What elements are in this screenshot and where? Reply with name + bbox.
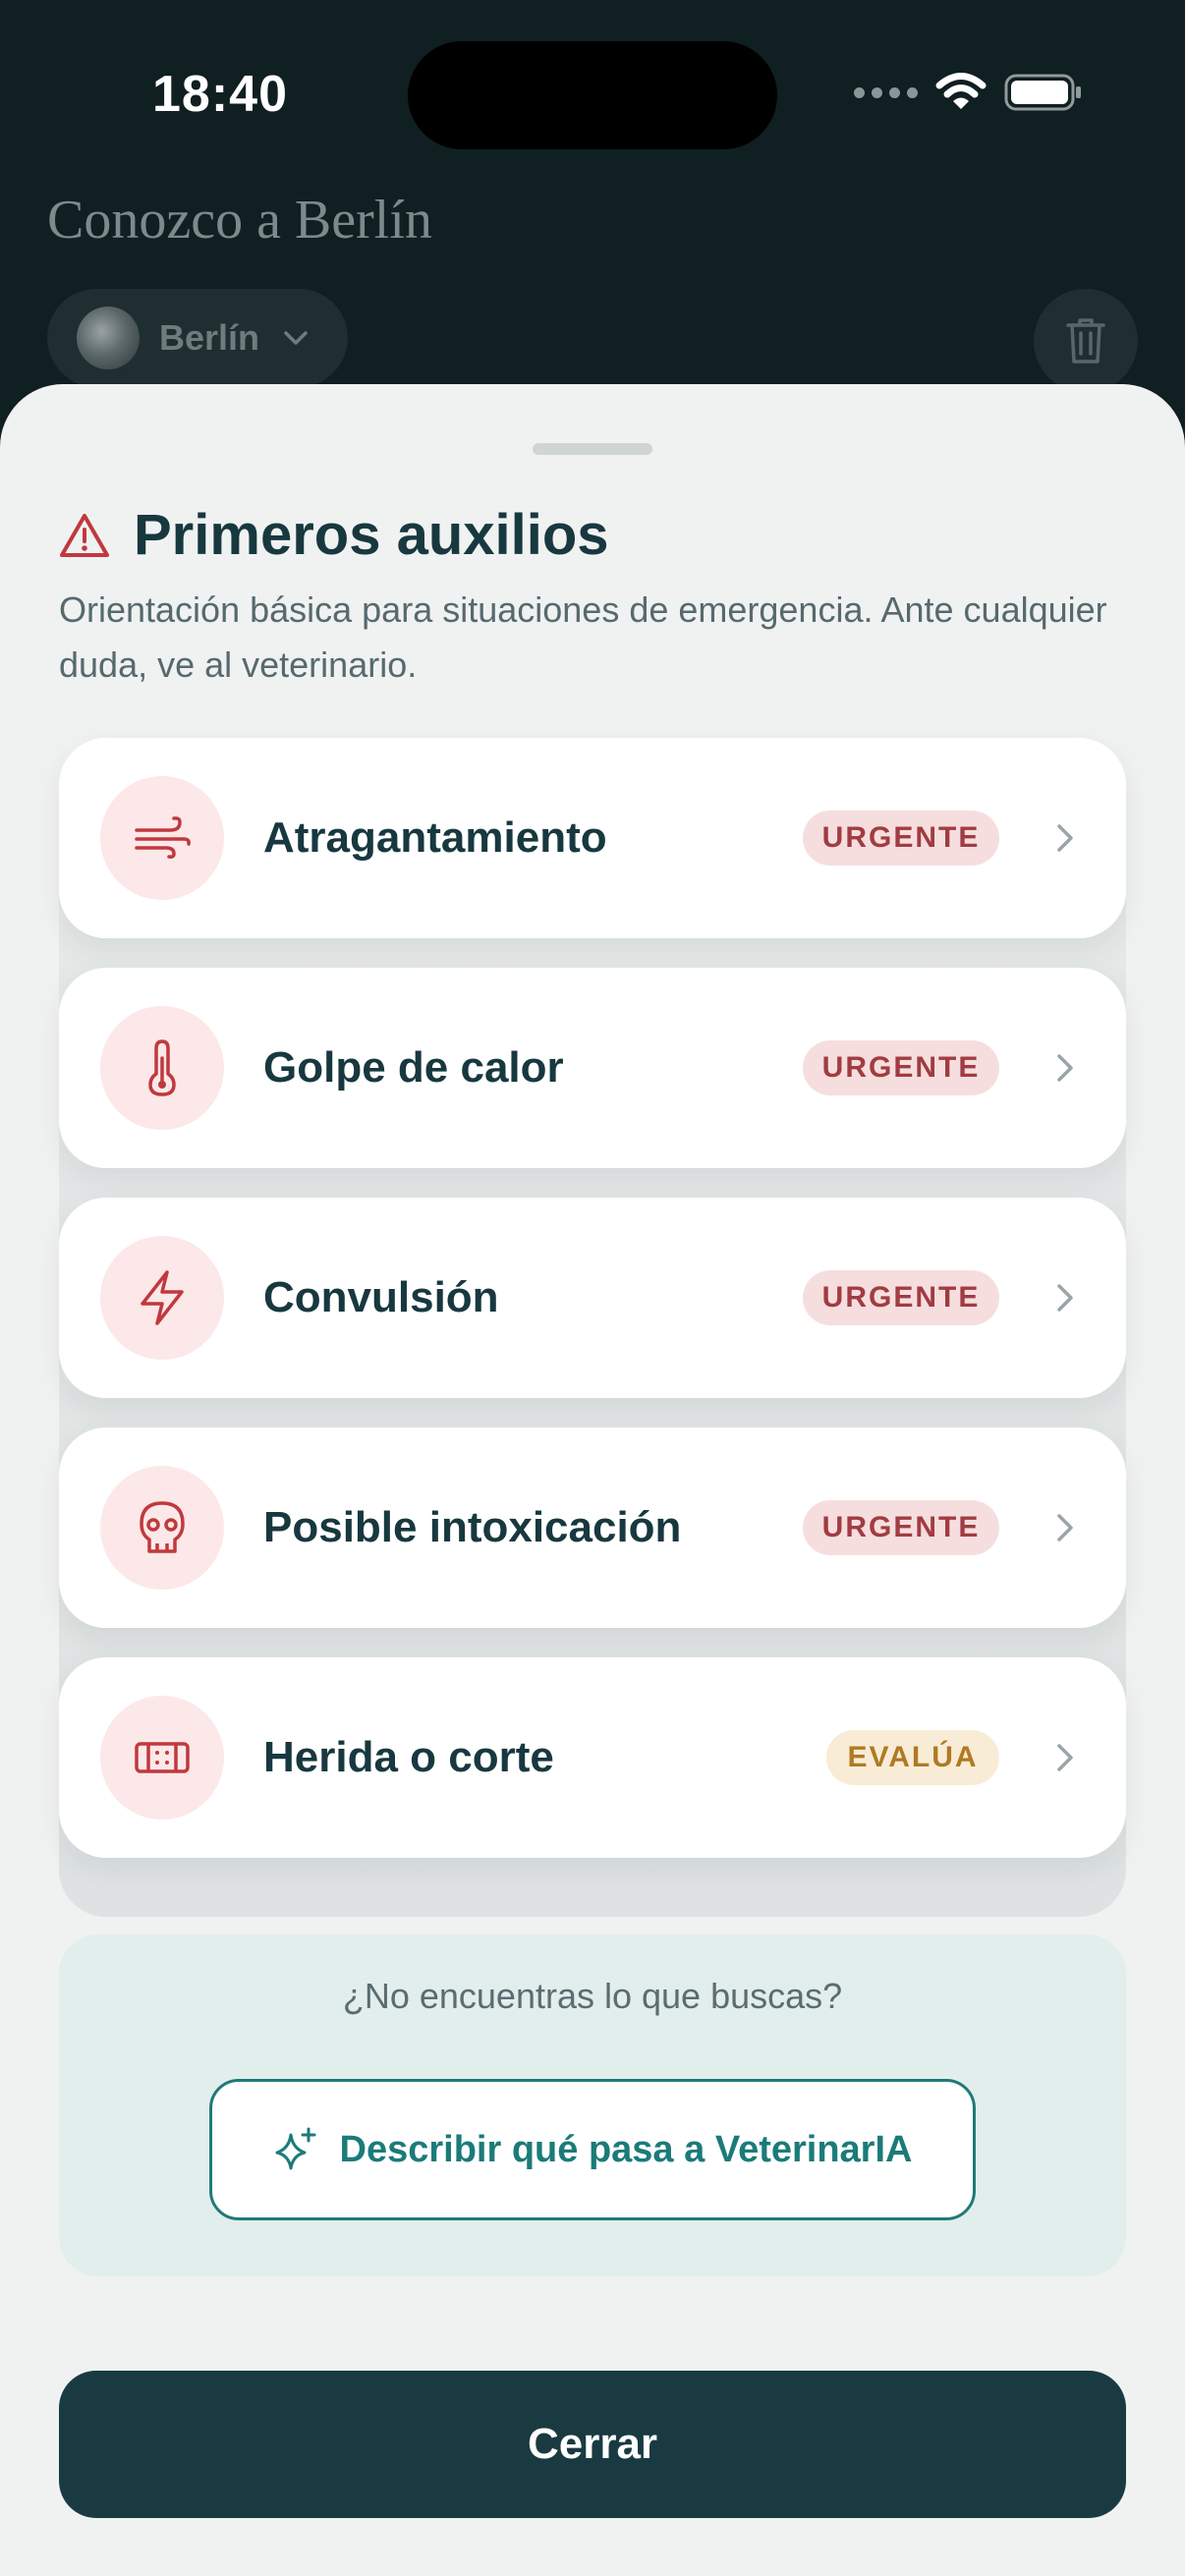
close-button[interactable]: Cerrar — [59, 2371, 1126, 2518]
item-label: Golpe de calor — [263, 1043, 564, 1092]
list-item-posible-intoxicacion[interactable]: Posible intoxicación URGENTE — [59, 1428, 1126, 1628]
item-label: Posible intoxicación — [263, 1503, 682, 1551]
pet-avatar — [77, 307, 140, 369]
background-page-title: Conozco a Berlín — [47, 190, 432, 251]
sheet-grabber[interactable] — [533, 443, 652, 455]
urgency-badge: URGENTE — [803, 1500, 999, 1555]
item-label: Herida o corte — [263, 1733, 554, 1781]
status-time: 18:40 — [152, 66, 288, 123]
chevron-right-icon — [1057, 1054, 1073, 1082]
cellular-signal-icon — [854, 86, 918, 98]
trash-icon — [1066, 318, 1105, 364]
list-item-atragantamiento[interactable]: Atragantamiento URGENTE — [59, 738, 1126, 938]
chevron-right-icon — [1057, 1514, 1073, 1541]
chevron-right-icon — [1057, 1744, 1073, 1771]
item-label: Convulsión — [263, 1273, 499, 1321]
sheet-subtitle: Orientación básica para situaciones de e… — [59, 589, 1107, 685]
list-item-golpe-de-calor[interactable]: Golpe de calor URGENTE — [59, 968, 1126, 1168]
item-label: Atragantamiento — [263, 813, 607, 862]
pet-name: Berlín — [159, 317, 260, 358]
sheet-heading: Primeros auxilios — [59, 502, 609, 568]
help-question: ¿No encuentras lo que buscas? — [342, 1976, 843, 2016]
evalua-badge: EVALÚA — [826, 1730, 999, 1785]
wifi-icon — [935, 73, 987, 109]
delete-button[interactable] — [1034, 289, 1138, 393]
status-icons — [854, 73, 1083, 112]
warning-icon — [60, 513, 109, 557]
bandage-icon — [100, 1696, 224, 1820]
first-aid-sheet: Primeros auxilios Orientación básica par… — [0, 384, 1185, 2576]
urgency-badge: URGENTE — [803, 1270, 999, 1325]
pet-selector[interactable]: Berlín — [47, 289, 348, 387]
chevron-right-icon — [1057, 1284, 1073, 1312]
chevron-down-icon — [284, 331, 308, 345]
skull-icon — [100, 1466, 224, 1590]
help-box: ¿No encuentras lo que buscas? Describir … — [59, 1934, 1126, 2276]
ask-veterinaria-label: Describir qué pasa a VeterinarIA — [339, 2128, 913, 2170]
lightning-icon — [100, 1236, 224, 1360]
list-item-herida-o-corte[interactable]: Herida o corte EVALÚA — [59, 1657, 1126, 1858]
thermometer-icon — [100, 1006, 224, 1130]
status-bar: 18:40 — [0, 0, 1185, 187]
dynamic-island — [408, 41, 777, 149]
wind-icon — [100, 776, 224, 900]
urgency-badge: URGENTE — [803, 811, 999, 866]
battery-icon — [1004, 74, 1081, 111]
sparkles-icon — [275, 2127, 316, 2170]
chevron-right-icon — [1057, 824, 1073, 852]
sheet-title: Primeros auxilios — [134, 503, 609, 567]
list-item-convulsion[interactable]: Convulsión URGENTE — [59, 1198, 1126, 1398]
ask-veterinaria-button[interactable]: Describir qué pasa a VeterinarIA — [209, 2079, 976, 2220]
urgency-badge: URGENTE — [803, 1040, 999, 1095]
